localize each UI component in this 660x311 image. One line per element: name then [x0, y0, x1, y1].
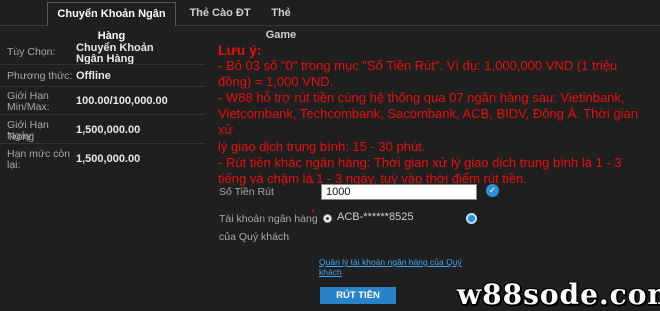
bank-account-value[interactable]: ACB-******8525 — [337, 211, 413, 223]
tab-game-card[interactable]: Thẻ Game — [255, 2, 307, 41]
tab-bar: Chuyển Khoản Ngân Hàng Thẻ Cào ĐT Thẻ Ga… — [0, 0, 660, 42]
tab-phone-card[interactable]: Thẻ Cào ĐT — [185, 2, 255, 26]
method-label: Phương thức: — [7, 70, 73, 82]
amount-label: Số Tiền Rút — [219, 186, 274, 198]
notice-line: Vietcombank, Techcombank, Sacombank, ACB… — [218, 106, 638, 138]
notice-line: lý giao dịch trung bình: 15 - 30 phút. — [218, 138, 426, 154]
manage-link-line1[interactable]: Quản lý tài khoản ngân hàng của Quý — [319, 257, 479, 267]
minmax-value: 100.00/100,000.00 — [76, 95, 168, 107]
required-mark: * — [311, 208, 315, 219]
divider — [0, 64, 205, 65]
daily-limit-label-line2: Ngày: — [7, 130, 35, 142]
withdraw-amount-input[interactable] — [321, 184, 477, 200]
notice-line: - W88 hỗ trợ rút tiền cùng hệ thống qua … — [218, 90, 625, 106]
notice-line: - Rút tiền khác ngân hàng: Thời gian xử … — [218, 154, 622, 170]
remaining-label-line2: lại: — [7, 159, 21, 171]
bank-account-label-line1: Tài khoản ngân hàng — [219, 213, 318, 225]
tab-bank-transfer[interactable]: Chuyển Khoản Ngân Hàng — [47, 2, 176, 42]
divider — [0, 143, 205, 144]
check-circle-icon: ✓ — [486, 184, 499, 197]
daily-limit-value: 1,500,000.00 — [76, 124, 141, 136]
withdraw-notice: Lưu ý: - Bỏ 03 số "0" trong mục "Số Tiền… — [218, 42, 654, 187]
minmax-label-line2: Min/Max: — [7, 101, 50, 113]
notice-line: đồng) = 1,000 VND. — [218, 74, 334, 90]
required-mark: * — [311, 179, 315, 190]
manage-link-line2[interactable]: khách — [319, 267, 479, 277]
bank-account-radio[interactable] — [323, 214, 332, 223]
withdraw-button[interactable]: RÚT TIỀN — [320, 287, 396, 304]
divider — [0, 86, 205, 87]
manage-bank-accounts-link[interactable]: Quản lý tài khoản ngân hàng của Quý khác… — [319, 257, 479, 277]
notice-title: Lưu ý: — [218, 42, 262, 58]
option-label: Tùy Chọn: — [7, 46, 56, 58]
watermark-logo: w88sode.com — [457, 278, 660, 311]
bank-account-label-line2: của Quý khách — [219, 231, 290, 243]
method-value: Offline — [76, 70, 111, 82]
divider — [0, 114, 205, 115]
notice-line: - Bỏ 03 số "0" trong mục "Số Tiền Rút". … — [218, 58, 618, 74]
selected-dot-icon — [466, 213, 477, 224]
remaining-value: 1,500,000.00 — [76, 153, 141, 165]
